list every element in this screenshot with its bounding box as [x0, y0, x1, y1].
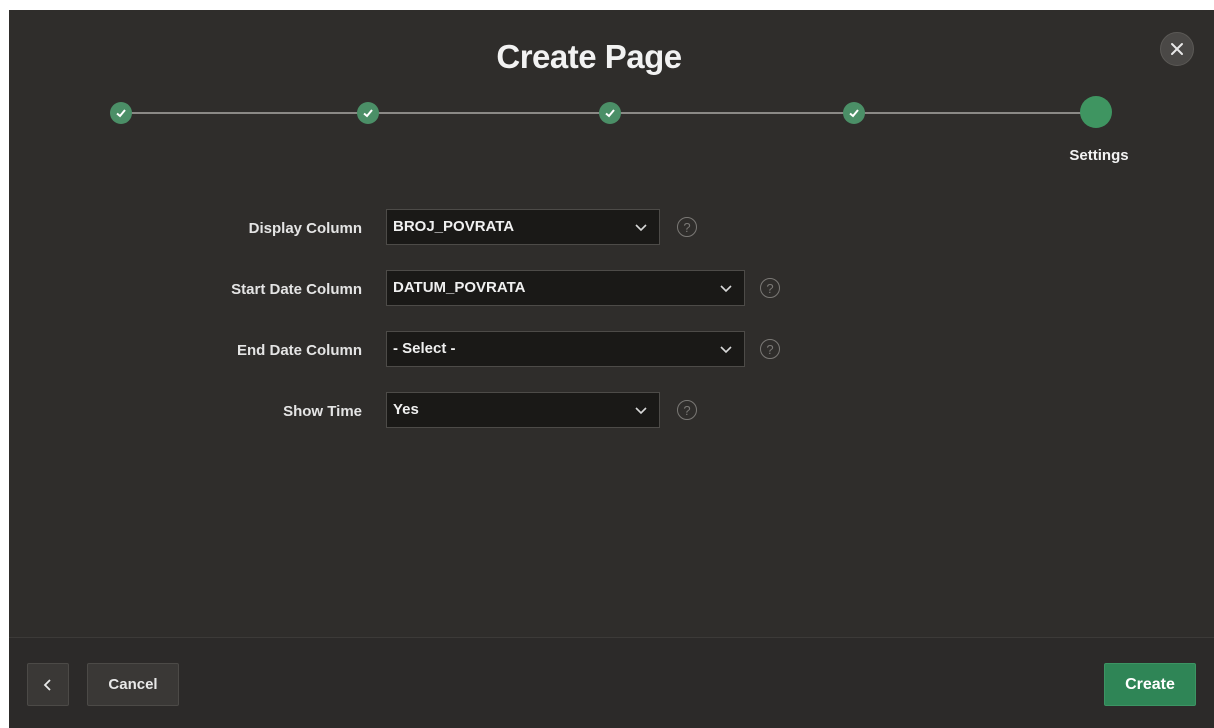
- chevron-left-icon: [43, 678, 51, 691]
- start-date-column-label: Start Date Column: [231, 281, 362, 298]
- display-column-help-icon[interactable]: ?: [677, 217, 697, 237]
- show-time-select[interactable]: Yes: [386, 392, 660, 428]
- create-button[interactable]: Create: [1104, 663, 1196, 706]
- end-date-column-label: End Date Column: [236, 342, 362, 359]
- back-button[interactable]: [27, 663, 69, 706]
- close-icon: [1171, 43, 1183, 55]
- show-time-value: Yes: [393, 401, 419, 418]
- show-time-help-icon[interactable]: ?: [677, 400, 697, 420]
- end-date-column-value: - Select -: [393, 340, 456, 357]
- dialog-title: Create Page: [496, 38, 682, 75]
- dialog-footer: Cancel Create: [9, 637, 1214, 728]
- check-icon: [363, 109, 373, 118]
- check-icon: [849, 109, 859, 118]
- wizard-step-2-complete: [357, 102, 379, 124]
- chevron-down-icon: [720, 285, 732, 293]
- check-icon: [116, 109, 126, 118]
- display-column-select[interactable]: BROJ_POVRATA: [386, 209, 660, 245]
- chevron-down-icon: [635, 407, 647, 415]
- chevron-down-icon: [635, 224, 647, 232]
- wizard-step-label: Settings: [1069, 147, 1129, 164]
- cancel-button[interactable]: Cancel: [87, 663, 179, 706]
- start-date-column-select[interactable]: DATUM_POVRATA: [386, 270, 745, 306]
- wizard-step-4-complete: [843, 102, 865, 124]
- wizard-step-3-complete: [599, 102, 621, 124]
- check-icon: [605, 109, 615, 118]
- end-date-column-help-icon[interactable]: ?: [760, 339, 780, 359]
- create-page-dialog: Create Page Settings Display Column BROJ…: [9, 10, 1214, 728]
- display-column-label: Display Column: [248, 220, 362, 237]
- start-date-column-value: DATUM_POVRATA: [393, 279, 526, 296]
- end-date-column-select[interactable]: - Select -: [386, 331, 745, 367]
- wizard-step-1-complete: [110, 102, 132, 124]
- start-date-column-help-icon[interactable]: ?: [760, 278, 780, 298]
- wizard-step-5-current: [1080, 96, 1112, 128]
- display-column-value: BROJ_POVRATA: [393, 218, 515, 235]
- chevron-down-icon: [720, 346, 732, 354]
- close-button[interactable]: [1160, 32, 1194, 66]
- show-time-label: Show Time: [283, 403, 362, 420]
